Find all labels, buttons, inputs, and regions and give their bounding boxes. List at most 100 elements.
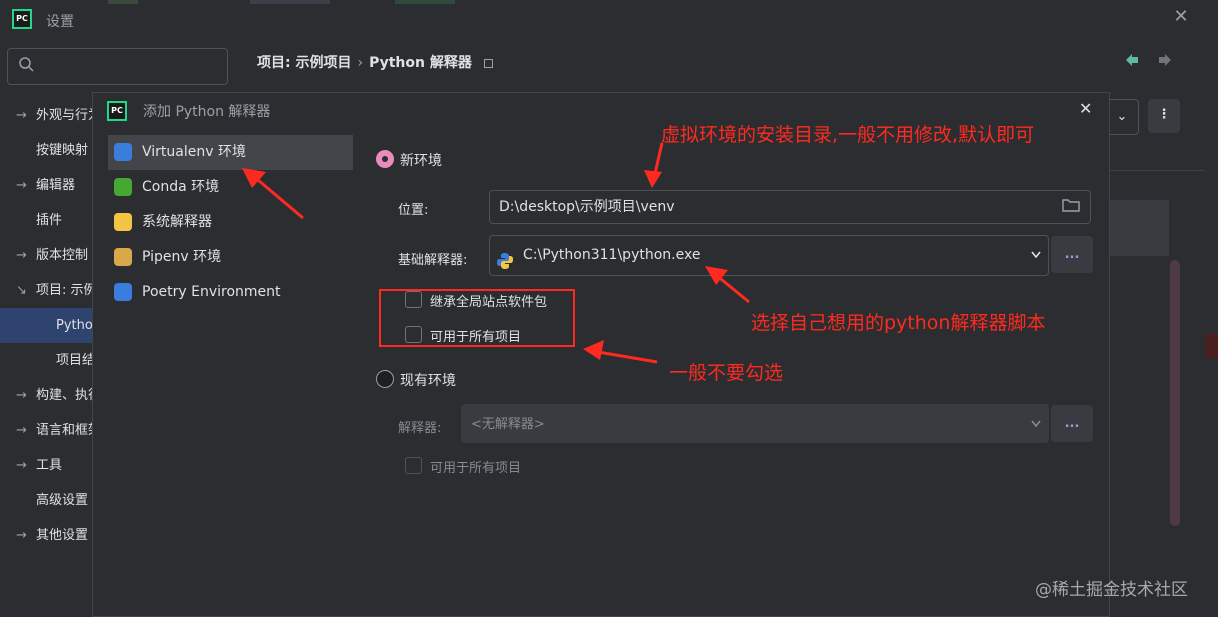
- error-marker: [1205, 334, 1218, 358]
- chevron-right-icon: →: [16, 423, 27, 438]
- sidebar-item[interactable]: → 工具: [0, 448, 100, 483]
- add-interpreter-dialog: PC 添加 Python 解释器 ✕ Virtualenv 环境 Conda 环境…: [92, 92, 1110, 617]
- back-arrow-icon[interactable]: [1124, 52, 1140, 72]
- sidebar-item-label: 插件: [36, 213, 63, 228]
- breadcrumb-project[interactable]: 项目: 示例项目: [257, 55, 351, 71]
- annotation-interpreter: 选择自己想用的python解释器脚本: [751, 312, 1046, 334]
- chevron-right-icon: →: [16, 528, 27, 543]
- sidebar-item[interactable]: → 语言和框架: [0, 413, 100, 448]
- pycharm-logo-icon: PC: [107, 101, 127, 121]
- breadcrumb: 项目: 示例项目 › Python 解释器: [257, 52, 493, 72]
- sidebar-item[interactable]: 项目结构: [0, 343, 100, 378]
- conda-icon: [114, 178, 132, 196]
- existing-all-projects-checkbox[interactable]: [405, 457, 422, 474]
- sidebar-item-label: 构建、执行、部署: [36, 388, 100, 403]
- env-type-label: Conda 环境: [142, 179, 220, 195]
- sidebar-item[interactable]: 高级设置: [0, 483, 100, 518]
- browse-interpreter-button[interactable]: ...: [1051, 236, 1093, 273]
- watermark: @稀土掘金技术社区: [1035, 580, 1188, 600]
- sidebar-item-label: 编辑器: [36, 178, 76, 193]
- pin-icon[interactable]: [483, 58, 493, 68]
- sidebar-item-label: 外观与行为: [36, 108, 100, 123]
- highlight-box: [379, 289, 575, 347]
- table-row[interactable]: [1105, 200, 1169, 256]
- sidebar-item-label: 工具: [36, 458, 63, 473]
- chevron-right-icon: →: [16, 108, 27, 123]
- sidebar-item[interactable]: → 编辑器: [0, 168, 100, 203]
- python-icon: [496, 247, 514, 286]
- browse-existing-button[interactable]: ...: [1051, 405, 1093, 442]
- dialog-title: 添加 Python 解释器: [143, 104, 271, 120]
- title-bar: PC 设置 ✕: [0, 0, 1218, 38]
- chevron-right-icon: →: [16, 178, 27, 193]
- sidebar-item-label: 其他设置: [36, 528, 89, 543]
- sidebar-item[interactable]: → 其他设置: [0, 518, 100, 553]
- breadcrumb-separator: ›: [357, 55, 364, 71]
- env-type-item[interactable]: Poetry Environment: [108, 275, 353, 310]
- python-icon: [114, 213, 132, 231]
- sidebar-item[interactable]: 按键映射: [0, 133, 100, 168]
- chevron-right-icon: →: [16, 388, 27, 403]
- forward-arrow-icon[interactable]: [1157, 52, 1173, 72]
- scrollbar[interactable]: [1170, 260, 1180, 526]
- base-interpreter-select[interactable]: C:\Python311\python.exe: [489, 235, 1049, 276]
- sidebar-item-label: 项目: 示例项目: [36, 283, 100, 298]
- env-type-label: Pipenv 环境: [142, 249, 222, 265]
- env-type-item[interactable]: 系统解释器: [108, 205, 353, 240]
- breadcrumb-current: Python 解释器: [369, 55, 472, 71]
- search-input[interactable]: [7, 48, 228, 85]
- env-type-item[interactable]: Conda 环境: [108, 170, 353, 205]
- annotation-checkbox: 一般不要勾选: [669, 362, 784, 384]
- env-type-item[interactable]: Pipenv 环境: [108, 240, 353, 275]
- annotation-location: 虚拟环境的安装目录,一般不用修改,默认即可: [661, 124, 1035, 146]
- env-type-item[interactable]: Virtualenv 环境: [108, 135, 353, 170]
- env-type-label: 系统解释器: [142, 214, 212, 230]
- more-options-button[interactable]: ⋮: [1148, 99, 1180, 133]
- chevron-right-icon: →: [16, 458, 27, 473]
- sidebar-item-label: 按键映射: [36, 143, 89, 158]
- poetry-icon: [114, 283, 132, 301]
- existing-interpreter-value: <无解释器>: [471, 417, 545, 432]
- folder-icon[interactable]: [1062, 192, 1080, 224]
- base-interpreter-value: C:\Python311\python.exe: [523, 247, 701, 263]
- table-header-divider: [1105, 170, 1205, 171]
- existing-all-projects-label: 可用于所有项目: [430, 461, 522, 476]
- existing-env-radio[interactable]: [376, 370, 394, 388]
- existing-interpreter-select[interactable]: <无解释器>: [461, 404, 1049, 443]
- location-field[interactable]: D:\desktop\示例项目\venv: [489, 190, 1091, 224]
- sidebar-item-label: 语言和框架: [36, 423, 100, 438]
- sidebar-item[interactable]: Python 解释器: [0, 308, 100, 343]
- chevron-down-icon: [1030, 236, 1042, 290]
- close-icon[interactable]: ✕: [1170, 6, 1192, 27]
- existing-interpreter-label: 解释器:: [398, 421, 442, 436]
- taskbar-strip: [395, 0, 455, 4]
- chevron-down-icon: ⌄: [1116, 109, 1128, 124]
- sidebar-item[interactable]: → 外观与行为: [0, 98, 100, 133]
- sidebar-item-label: 版本控制: [36, 248, 89, 263]
- new-env-radio[interactable]: [376, 150, 394, 168]
- pycharm-logo-icon: PC: [12, 9, 32, 29]
- new-env-label: 新环境: [400, 153, 442, 169]
- python-icon: [114, 143, 132, 161]
- window-title: 设置: [46, 14, 74, 30]
- sidebar-item[interactable]: 插件: [0, 203, 100, 238]
- env-type-label: Poetry Environment: [142, 284, 281, 300]
- close-icon[interactable]: ✕: [1079, 99, 1092, 118]
- chevron-down-icon: [1030, 405, 1042, 459]
- chevron-right-icon: →: [16, 248, 27, 263]
- taskbar-strip: [108, 0, 138, 4]
- sidebar-item[interactable]: → 构建、执行、部署: [0, 378, 100, 413]
- interpreter-select[interactable]: ⌄: [1105, 99, 1139, 135]
- folder-icon: [114, 248, 132, 266]
- sidebar-item-label: 高级设置: [36, 493, 89, 508]
- location-label: 位置:: [398, 203, 429, 218]
- chevron-expanded-icon: ↘: [16, 283, 27, 298]
- base-interpreter-label: 基础解释器:: [398, 253, 468, 268]
- env-type-label: Virtualenv 环境: [142, 144, 246, 160]
- sidebar-item[interactable]: ↘ 项目: 示例项目: [0, 273, 100, 308]
- sidebar-item[interactable]: → 版本控制: [0, 238, 100, 273]
- existing-env-label: 现有环境: [400, 373, 456, 389]
- location-value: D:\desktop\示例项目\venv: [499, 199, 675, 215]
- search-icon: [18, 56, 36, 78]
- taskbar-strip: [250, 0, 330, 4]
